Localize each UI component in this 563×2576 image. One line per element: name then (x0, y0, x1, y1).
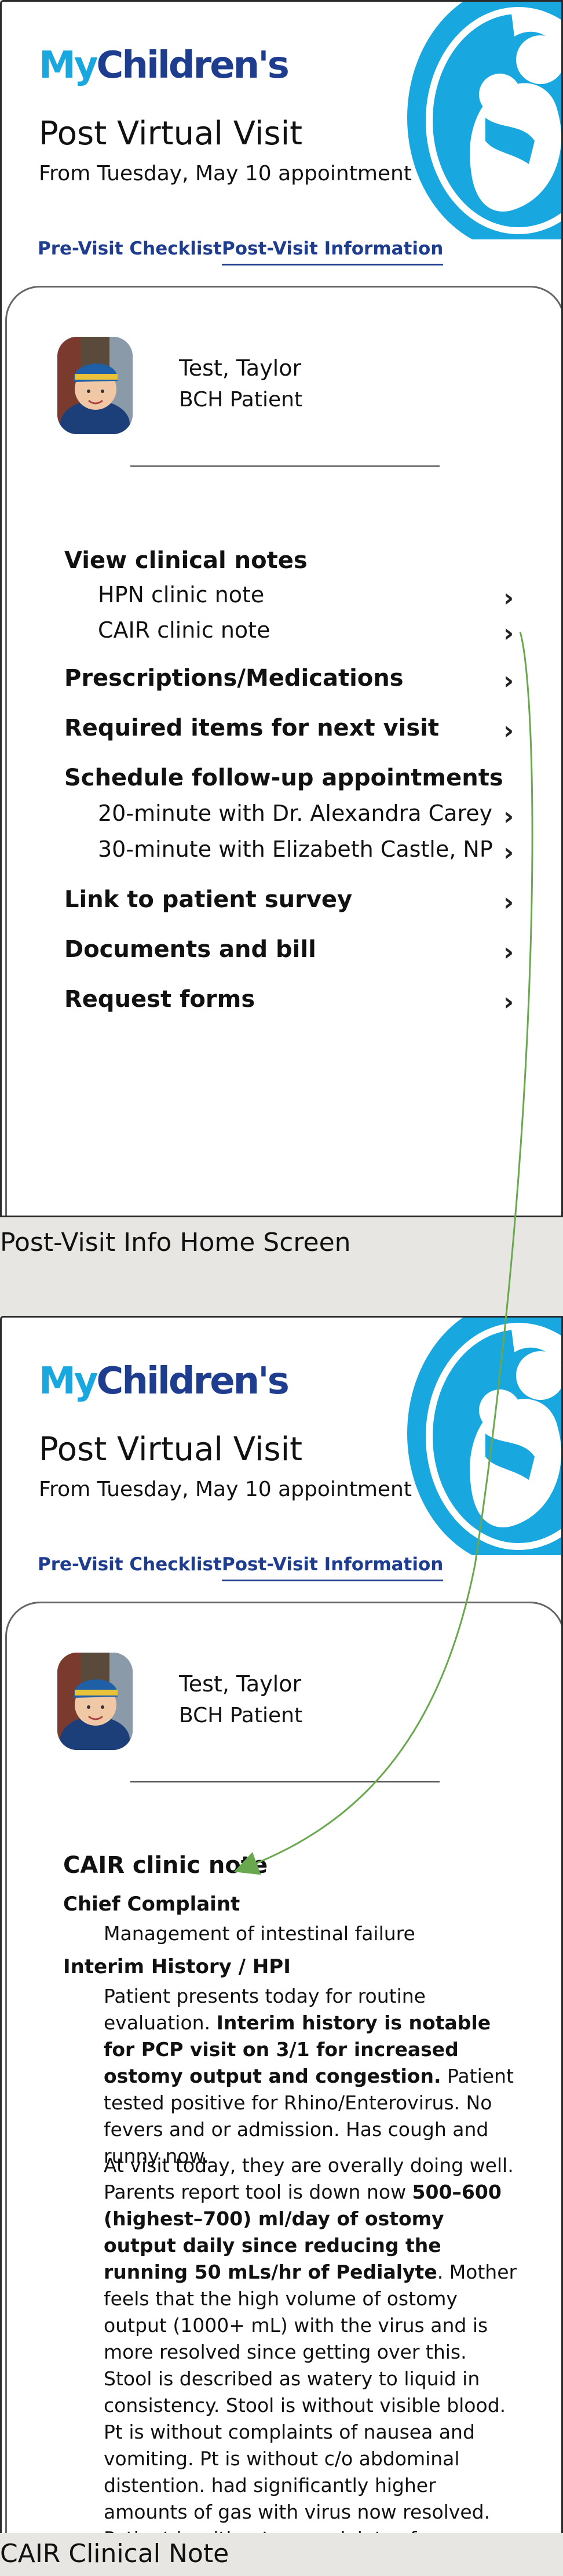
menu-documents-bill[interactable]: Documents and bill › (2, 933, 561, 967)
chevron-right-icon: › (503, 618, 514, 648)
menu-appointment-carey[interactable]: 20-minute with Dr. Alexandra Carey › (2, 797, 561, 832)
hpi-paragraph-2: At visit today, they are overally doing … (104, 2152, 521, 2533)
menu-request-forms[interactable]: Request forms › (2, 983, 561, 1017)
chevron-right-icon: › (503, 987, 514, 1017)
mychildrens-logo: MyChildren's (39, 1360, 290, 1403)
tab-post-visit-information[interactable]: Post-Visit Information (222, 1554, 444, 1581)
childrens-hospital-seal-logo (407, 2, 561, 239)
chevron-right-icon: › (503, 802, 514, 831)
menu-label: 20-minute with Dr. Alexandra Carey (98, 801, 493, 826)
menu-label: Request forms (64, 986, 255, 1013)
menu-prescriptions[interactable]: Prescriptions/Medications › (2, 661, 561, 696)
chief-complaint-heading: Chief Complaint (63, 1893, 240, 1916)
chevron-right-icon: › (503, 583, 514, 613)
tab-pre-visit-checklist[interactable]: Pre-Visit Checklist (38, 238, 222, 264)
page-title: Post Virtual Visit (39, 115, 303, 152)
menu-label: Schedule follow-up appointments (64, 765, 503, 791)
menu-label: Documents and bill (64, 936, 316, 963)
chevron-right-icon: › (503, 887, 514, 917)
menu-cair-clinic-note[interactable]: CAIR clinic note › (2, 614, 561, 649)
screen-caption: CAIR Clinical Note (0, 2539, 229, 2568)
menu-required-items[interactable]: Required items for next visit › (2, 711, 561, 746)
tab-post-visit-information[interactable]: Post-Visit Information (222, 238, 444, 265)
logo-my: My (39, 1360, 98, 1403)
menu-schedule-follow-up: Schedule follow-up appointments (2, 761, 561, 796)
menu-label: CAIR clinic note (98, 617, 270, 643)
logo-childrens: Children's (96, 1360, 289, 1403)
patient-name: Test, Taylor (179, 1671, 302, 1697)
avatar (57, 337, 133, 434)
childrens-hospital-seal-logo (407, 1318, 561, 1555)
menu-label: Required items for next visit (64, 715, 439, 741)
mychildrens-logo: MyChildren's (39, 44, 290, 87)
cair-note-screen: MyChildren's Post Virtual Visit From Tue… (0, 1316, 563, 2533)
menu-label: View clinical notes (64, 547, 308, 574)
patient-name: Test, Taylor (179, 355, 302, 381)
screen-caption: Post-Visit Info Home Screen (0, 1228, 351, 1257)
tab-pre-visit-checklist[interactable]: Pre-Visit Checklist (38, 1554, 222, 1580)
page-subtitle: From Tuesday, May 10 appointment (39, 1478, 412, 1501)
logo-my: My (39, 44, 98, 87)
post-visit-home-screen: MyChildren's Post Virtual Visit From Tue… (0, 0, 563, 1217)
chevron-right-icon: › (503, 937, 514, 967)
menu-hpn-clinic-note[interactable]: HPN clinic note › (2, 578, 561, 613)
menu-label: 30-minute with Elizabeth Castle, NP (98, 836, 493, 862)
chevron-right-icon: › (503, 838, 514, 867)
chief-complaint-text: Management of intestinal failure (104, 1922, 415, 1945)
chevron-right-icon: › (503, 716, 514, 745)
menu-label: Link to patient survey (64, 886, 353, 913)
hpi-text: . Mother feels that the high volume of o… (104, 2261, 517, 2533)
chevron-right-icon: › (503, 666, 514, 696)
divider (130, 1781, 440, 1782)
menu-label: Prescriptions/Medications (64, 665, 404, 692)
patient-role: BCH Patient (179, 388, 303, 412)
menu-patient-survey[interactable]: Link to patient survey › (2, 883, 561, 918)
logo-childrens: Children's (96, 44, 289, 87)
page-subtitle: From Tuesday, May 10 appointment (39, 162, 412, 185)
hpi-heading: Interim History / HPI (63, 1955, 291, 1978)
patient-role: BCH Patient (179, 1704, 303, 1727)
page-title: Post Virtual Visit (39, 1431, 303, 1468)
note-title: CAIR clinic note (63, 1852, 268, 1879)
avatar (57, 1653, 133, 1750)
menu-view-clinical-notes: View clinical notes (2, 544, 561, 578)
divider (130, 465, 440, 467)
hpi-paragraph-1: Patient presents today for routine evalu… (104, 1983, 521, 2170)
menu-label: HPN clinic note (98, 582, 265, 607)
menu-appointment-castle[interactable]: 30-minute with Elizabeth Castle, NP › (2, 833, 561, 868)
